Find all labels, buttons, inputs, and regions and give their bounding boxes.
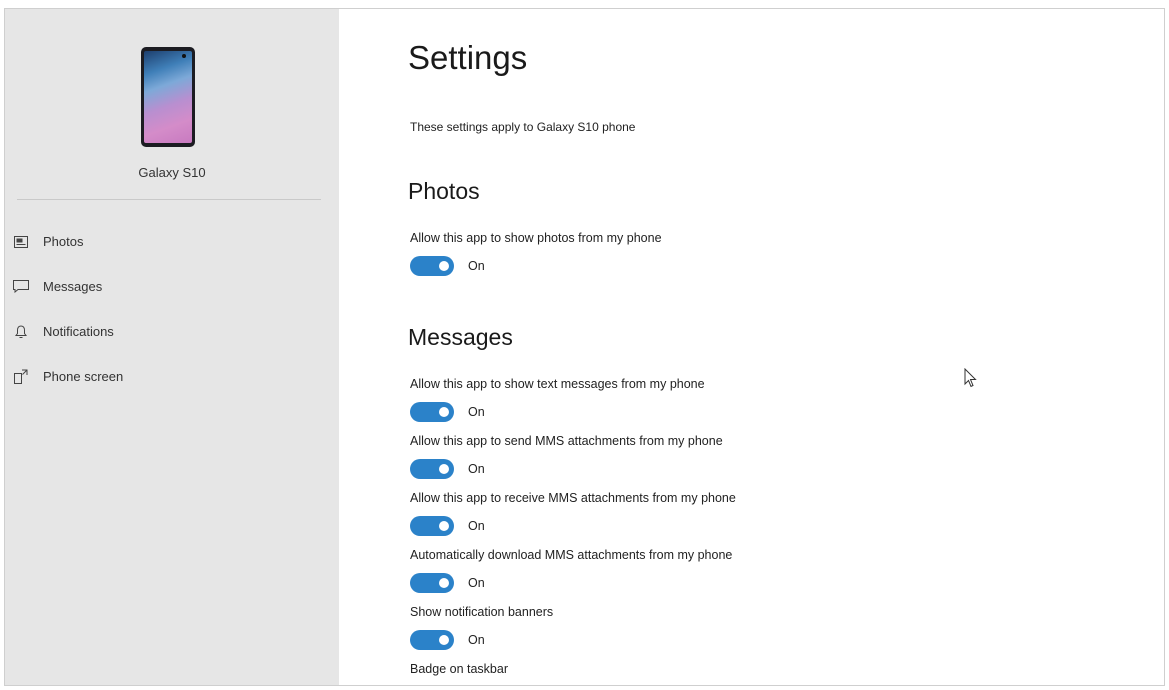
sidebar-item-label: Photos	[43, 234, 84, 249]
section-title-messages: Messages	[408, 324, 513, 350]
sidebar-nav: Photos Messages Notifications Phone scre…	[5, 219, 339, 399]
setting-toggle-row: On	[410, 401, 485, 423]
setting-label: Allow this app to show text messages fro…	[410, 377, 705, 391]
sidebar-divider	[17, 199, 321, 200]
toggle-switch[interactable]	[410, 630, 454, 650]
bell-icon	[13, 324, 29, 340]
toggle-switch[interactable]	[410, 256, 454, 276]
sidebar-item-messages[interactable]: Messages	[5, 264, 339, 309]
setting-toggle-row: On	[410, 572, 485, 594]
page-title: Settings	[408, 39, 528, 76]
sidebar-item-label: Notifications	[43, 324, 114, 339]
sidebar-item-label: Phone screen	[43, 369, 124, 384]
messages-icon	[13, 279, 29, 295]
setting-label: Automatically download MMS attachments f…	[410, 548, 733, 562]
toggle-switch[interactable]	[410, 516, 454, 536]
section-title-photos: Photos	[408, 178, 480, 204]
toggle-state: On	[468, 462, 485, 476]
sidebar: Galaxy S10 Photos Messages Notifications…	[5, 9, 339, 685]
device-name: Galaxy S10	[138, 165, 206, 180]
phone-screen-icon	[13, 369, 29, 385]
sidebar-item-photos[interactable]: Photos	[5, 219, 339, 264]
setting-toggle-row: On	[410, 515, 485, 537]
toggle-switch[interactable]	[410, 402, 454, 422]
app-window: Galaxy S10 Photos Messages Notifications…	[4, 8, 1165, 686]
toggle-switch[interactable]	[410, 573, 454, 593]
setting-label: Allow this app to send MMS attachments f…	[410, 434, 723, 448]
setting-toggle-row: On	[410, 629, 485, 651]
toggle-state: On	[468, 633, 485, 647]
settings-panel: Settings These settings apply to Galaxy …	[339, 9, 1164, 685]
toggle-state: On	[468, 259, 485, 273]
setting-label: Allow this app to show photos from my ph…	[410, 231, 662, 245]
setting-label: Show notification banners	[410, 605, 554, 619]
mouse-cursor-icon	[964, 367, 978, 393]
toggle-state: On	[468, 576, 485, 590]
toggle-state: On	[468, 405, 485, 419]
photos-icon	[13, 234, 29, 250]
page-subtitle: These settings apply to Galaxy S10 phone	[410, 120, 636, 134]
setting-label: Allow this app to receive MMS attachment…	[410, 491, 736, 505]
setting-toggle-row: On	[410, 458, 485, 480]
sidebar-item-notifications[interactable]: Notifications	[5, 309, 339, 354]
toggle-state: On	[468, 519, 485, 533]
setting-label: Badge on taskbar	[410, 662, 508, 676]
phone-image	[141, 47, 195, 147]
setting-toggle-row: On	[410, 255, 485, 277]
sidebar-item-label: Messages	[43, 279, 103, 294]
sidebar-item-phone-screen[interactable]: Phone screen	[5, 354, 339, 399]
toggle-switch[interactable]	[410, 459, 454, 479]
